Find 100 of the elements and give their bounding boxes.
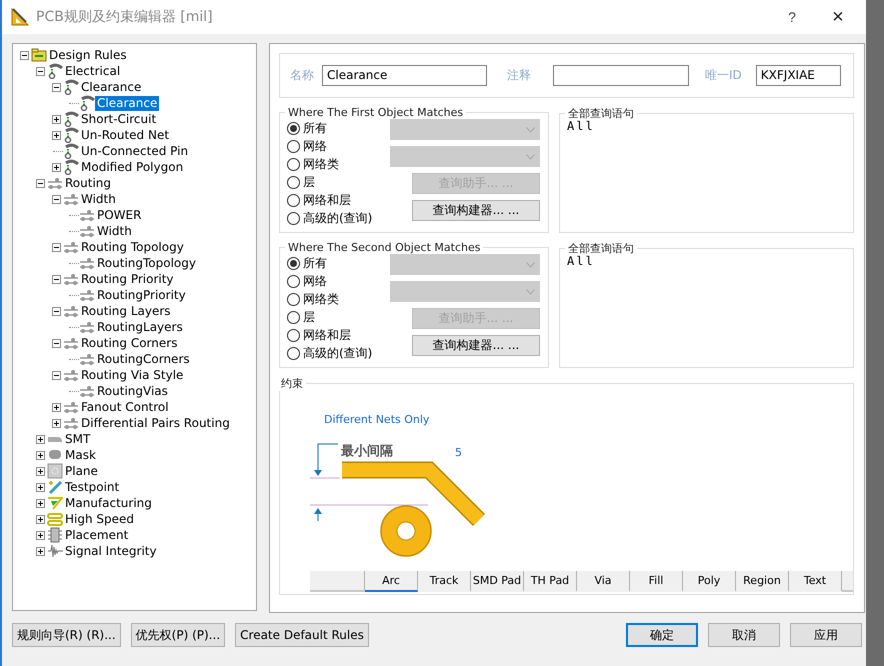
tree-item[interactable]: Routing Via Style [79,368,186,382]
tree-item[interactable]: Fanout Control [79,400,171,414]
object-tab[interactable]: TH Pad [524,571,577,592]
tree-item[interactable]: Manufacturing [63,496,154,510]
dialog-button[interactable]: 规则向导(R) (R)... [12,623,121,647]
field-label: 注释 [507,67,531,84]
radio-button[interactable] [287,176,300,188]
expand-toggle[interactable] [52,402,60,412]
radio-button[interactable] [287,140,300,152]
tree-item[interactable]: RoutingVias [95,384,170,398]
radio-button[interactable] [287,328,300,342]
dialog-button[interactable]: 确定 [626,623,698,647]
close-button[interactable]: × [818,4,858,30]
object-tab[interactable]: SMD Pad [471,571,524,592]
expand-toggle[interactable] [36,498,44,508]
collapse-toggle[interactable] [36,178,44,188]
tree-item[interactable]: High Speed [63,512,136,526]
tree-item[interactable]: Routing Layers [79,304,173,318]
tree-item[interactable]: RoutingCorners [95,352,192,366]
expand-toggle[interactable] [36,466,44,476]
expand-toggle[interactable] [36,434,44,444]
group-title: Where The First Object Matches [287,106,464,119]
tree-item[interactable]: POWER [95,208,144,222]
group-title: Where The Second Object Matches [287,241,482,254]
query-builder-button[interactable]: 查询构建器... ... [412,200,540,221]
tree-item[interactable]: Signal Integrity [63,544,159,558]
name-field[interactable]: Clearance [322,65,487,86]
collapse-toggle[interactable] [20,50,28,60]
comment-field[interactable] [553,65,689,86]
nodes-icon [79,287,95,303]
radio-button[interactable] [287,274,300,288]
collapse-toggle[interactable] [36,66,44,76]
tree-item[interactable]: Width [79,192,118,206]
expand-toggle[interactable] [52,114,60,124]
object-tab[interactable]: Track [418,571,471,592]
collapse-toggle[interactable] [52,338,60,348]
tree-item[interactable]: Testpoint [63,480,122,494]
object-tab[interactable]: Arc [365,571,418,592]
tree-item[interactable]: Routing Priority [79,272,176,286]
tree-item[interactable]: Short-Circuit [79,112,158,126]
tree-item[interactable]: Un-Connected Pin [79,144,190,158]
collapse-toggle[interactable] [52,194,60,204]
collapse-toggle[interactable] [52,82,60,92]
radio-label: 网络 [303,138,327,154]
query-builder-button[interactable]: 查询构建器... ... [412,335,540,356]
dialog-button[interactable]: 应用 [790,623,862,647]
tree-item[interactable]: Clearance [79,80,144,94]
tree-item[interactable]: Un-Routed Net [79,128,172,142]
tree-item[interactable]: RoutingTopology [95,256,198,270]
radio-button[interactable] [287,122,300,134]
object-tab[interactable]: Text [789,571,842,592]
object-tab[interactable]: Fill [630,571,683,592]
expand-toggle[interactable] [52,130,60,140]
tree-item[interactable]: Clearance [95,96,160,110]
collapse-toggle[interactable] [52,242,60,252]
collapse-toggle[interactable] [52,274,60,284]
expand-toggle[interactable] [52,162,60,172]
tree-item[interactable]: Electrical [63,64,122,78]
tree-item[interactable]: Placement [63,528,130,542]
expand-toggle[interactable] [52,418,60,428]
dialog-button[interactable]: 优先权(P) (P)... [130,623,226,647]
radio-button[interactable] [287,158,300,170]
tree-item[interactable]: RoutingPriority [95,288,188,302]
expand-toggle[interactable] [36,546,44,556]
nodes-icon [63,335,79,351]
radio-button[interactable] [287,256,300,270]
tree-item[interactable]: Modified Polygon [79,160,186,174]
id-field[interactable]: KXFJXIAE [756,65,841,86]
expand-toggle[interactable] [36,530,44,540]
query-text: All [567,254,596,268]
radio-button[interactable] [287,346,300,360]
expand-toggle[interactable] [36,514,44,524]
tree-item[interactable]: Design Rules [47,48,129,62]
radio-button[interactable] [287,310,300,324]
tree-item[interactable]: Routing Corners [79,336,180,350]
tree-item[interactable]: Routing Topology [79,240,186,254]
nodes-icon [79,351,95,367]
tree-item[interactable]: Width [95,224,134,238]
nodes-icon [63,399,79,415]
nodes-icon [63,415,79,431]
dialog-button[interactable]: Create Default Rules [235,623,369,647]
expand-toggle[interactable] [36,482,44,492]
tree-item[interactable]: Differential Pairs Routing [79,416,232,430]
radio-label: 网络类 [303,156,339,172]
radio-button[interactable] [287,194,300,206]
object-tab[interactable]: Region [736,571,789,592]
collapse-toggle[interactable] [52,370,60,380]
tree-item[interactable]: Routing [63,176,114,190]
radio-button[interactable] [287,212,300,224]
tree-item[interactable]: SMT [63,432,92,446]
object-tab[interactable]: Via [577,571,630,592]
help-button[interactable]: ? [772,8,812,26]
dialog-button[interactable]: 取消 [708,623,780,647]
object-tab[interactable]: Poly [683,571,736,592]
radio-button[interactable] [287,292,300,306]
tree-item[interactable]: Mask [63,448,98,462]
collapse-toggle[interactable] [52,306,60,316]
tree-item[interactable]: Plane [63,464,100,478]
expand-toggle[interactable] [36,450,44,460]
tree-item[interactable]: RoutingLayers [95,320,185,334]
